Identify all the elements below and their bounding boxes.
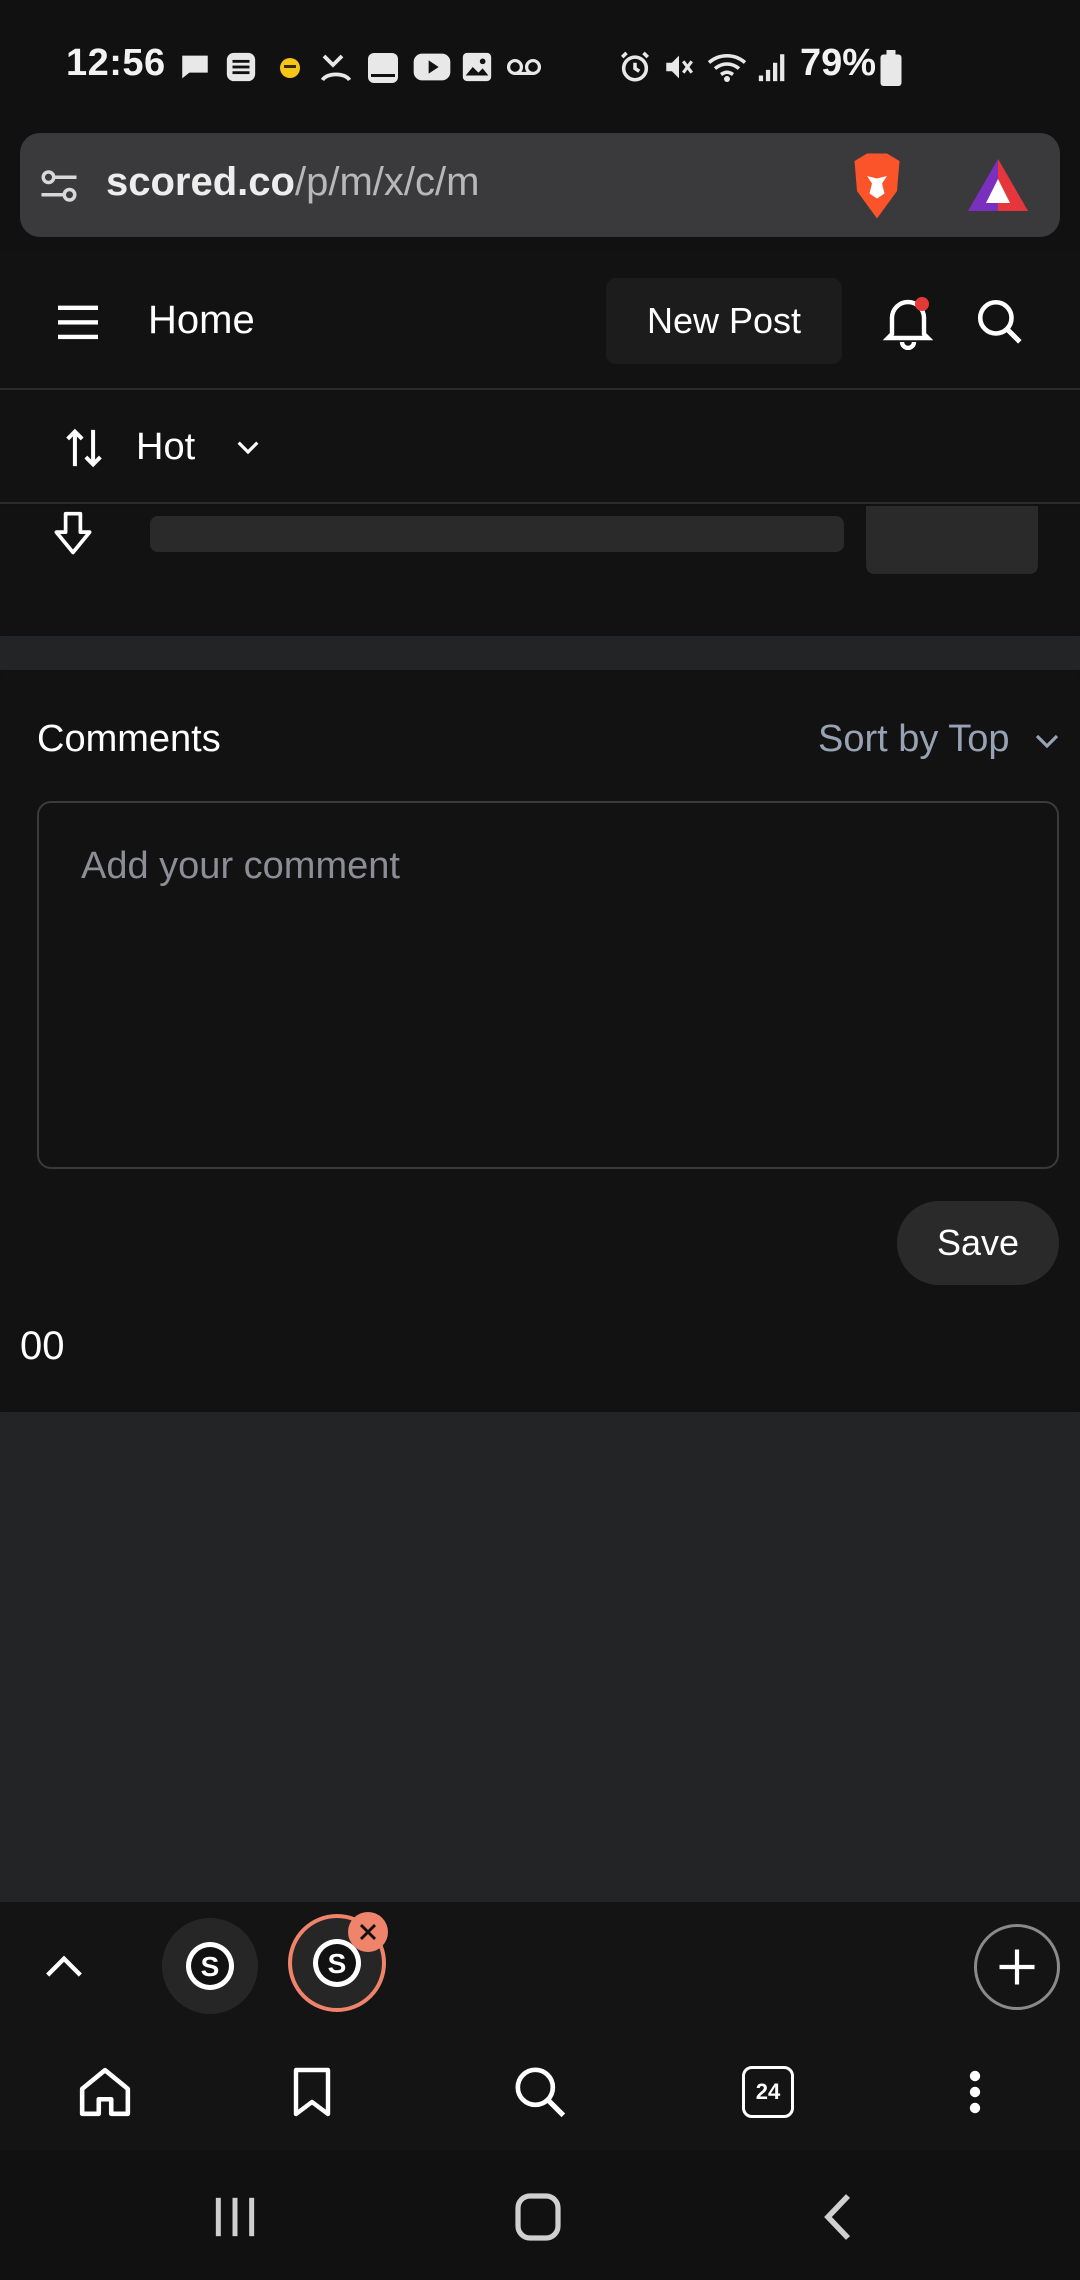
site-header: Home New Post: [0, 250, 1080, 390]
wifi-icon: [706, 50, 748, 84]
comment-count: 00: [20, 1324, 65, 1368]
comments-sort-dropdown[interactable]: Sort by Top: [818, 718, 1062, 761]
post-thumbnail-placeholder: [866, 506, 1038, 574]
close-tab-icon[interactable]: [348, 1912, 388, 1952]
url-path: /p/m/x/c/m: [294, 160, 480, 204]
chevron-down-icon: [1032, 726, 1062, 756]
youtube-icon: [412, 50, 452, 84]
search-icon[interactable]: [974, 296, 1024, 346]
post-title-placeholder: [150, 516, 844, 552]
more-options-icon[interactable]: [960, 2068, 990, 2116]
notification-bell-icon[interactable]: [880, 294, 936, 350]
list-icon: [224, 50, 258, 84]
url-text[interactable]: scored.co/p/m/x/c/m: [106, 160, 479, 205]
comment-textarea[interactable]: Add your comment: [37, 801, 1059, 1169]
home-nav-icon[interactable]: [514, 2192, 562, 2242]
tab-switcher-button[interactable]: 24: [742, 2066, 794, 2118]
site-settings-icon[interactable]: [38, 165, 80, 207]
tab-strip: S S: [0, 1902, 1080, 2032]
brave-rewards-icon[interactable]: [966, 155, 1030, 215]
bookmark-icon[interactable]: [292, 2066, 332, 2118]
page-background: [0, 1412, 1080, 1902]
tab-thumbnail-1[interactable]: S: [162, 1918, 258, 2014]
new-tab-button[interactable]: [974, 1924, 1060, 2010]
comments-sort-label: Sort by Top: [818, 718, 1010, 760]
search-icon[interactable]: [512, 2064, 568, 2120]
status-time: 12:56: [66, 42, 166, 84]
status-bar: 12:56 79%: [0, 0, 1080, 130]
sort-arrows-icon: [64, 426, 104, 470]
tablet-icon: [364, 50, 402, 86]
home-title[interactable]: Home: [148, 298, 255, 343]
save-button[interactable]: Save: [897, 1201, 1059, 1285]
brave-shields-icon[interactable]: [846, 151, 908, 221]
battery-percent: 79%: [800, 42, 877, 84]
chevron-down-icon[interactable]: [232, 432, 264, 464]
section-gap: [0, 636, 1080, 670]
svg-text:S: S: [201, 1951, 220, 1982]
downvote-icon[interactable]: [50, 510, 96, 558]
emoji-icon: [278, 56, 302, 80]
comments-heading: Comments: [37, 718, 221, 760]
menu-icon[interactable]: [56, 302, 100, 342]
image-icon: [460, 50, 494, 84]
message-icon: [178, 50, 212, 84]
chevron-up-icon[interactable]: [42, 1946, 86, 1986]
battery-icon: [880, 50, 902, 86]
plus-icon: [999, 1949, 1035, 1985]
post-card: [0, 506, 1080, 636]
recent-apps-icon[interactable]: [210, 2194, 260, 2240]
signal-icon: [756, 50, 790, 84]
home-icon[interactable]: [78, 2066, 132, 2118]
sort-bar[interactable]: Hot: [0, 392, 1080, 504]
url-host: scored.co: [106, 160, 295, 204]
browser-toolbar: 24: [0, 2032, 1080, 2150]
back-icon[interactable]: [822, 2192, 854, 2242]
system-nav-bar: [0, 2150, 1080, 2280]
mute-icon: [662, 50, 696, 84]
tab-count: 24: [755, 2079, 781, 2104]
svg-text:S: S: [328, 1948, 347, 1979]
comments-section: Comments Sort by Top Add your comment Sa…: [0, 670, 1080, 1412]
scored-favicon-icon: S: [186, 1942, 234, 1990]
url-bar[interactable]: scored.co/p/m/x/c/m: [20, 133, 1060, 237]
new-post-button[interactable]: New Post: [606, 278, 842, 364]
alarm-icon: [618, 50, 652, 84]
sort-label[interactable]: Hot: [136, 426, 195, 469]
comment-placeholder: Add your comment: [81, 845, 400, 887]
voicemail-icon: [506, 54, 542, 80]
call-forward-icon: [318, 50, 354, 86]
